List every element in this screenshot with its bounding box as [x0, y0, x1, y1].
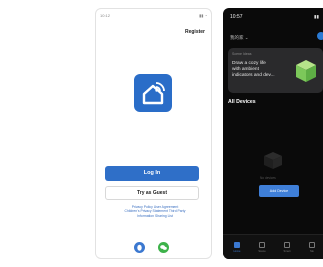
nav-label: Home	[233, 250, 241, 253]
cube-icon	[296, 60, 316, 82]
nav-label: Me	[310, 250, 314, 253]
no-devices-text: No devices	[260, 176, 276, 180]
nav-item-me[interactable]: Me	[306, 242, 318, 253]
smart-icon	[284, 242, 290, 248]
status-icons: ▮▮ ◔	[199, 13, 207, 18]
nav-item-home[interactable]: Home	[231, 242, 243, 253]
home-wifi-icon	[142, 82, 165, 105]
status-time: 10:12	[100, 13, 111, 18]
wechat-icon	[160, 245, 167, 250]
home-screen: 10:57 ▮▮ 我的家 ⌄ Scene Ideas Draw a cozy l…	[223, 8, 323, 259]
screenshot-stage: 10:12 ▮▮ ◔ Register Log In Try as Guest …	[0, 0, 323, 267]
bottom-nav: Home Scene Smart Me	[223, 234, 323, 259]
penguin-icon	[137, 244, 142, 251]
login-button[interactable]: Log In	[105, 166, 199, 181]
nav-item-smart[interactable]: Smart	[281, 242, 293, 253]
all-devices-heading: All Devices	[228, 99, 256, 105]
banner-line: indicators and dev...	[232, 73, 275, 78]
home-selector[interactable]: 我的家 ⌄	[230, 35, 249, 41]
register-link[interactable]: Register	[185, 29, 205, 35]
nav-item-scene[interactable]: Scene	[256, 242, 268, 253]
wechat-login-button[interactable]	[158, 242, 169, 253]
app-logo	[134, 74, 172, 112]
empty-state-illustration	[261, 148, 285, 172]
policy-links: Privacy Policy User Agreement Children's…	[110, 205, 200, 218]
add-device-button[interactable]: Add Device	[259, 185, 299, 197]
profile-icon	[309, 242, 315, 248]
empty-box-icon	[264, 152, 282, 169]
nav-label: Smart	[283, 250, 291, 253]
login-screen: 10:12 ▮▮ ◔ Register Log In Try as Guest …	[95, 8, 212, 259]
try-as-guest-button[interactable]: Try as Guest	[105, 186, 199, 200]
scene-banner[interactable]: Scene Ideas Draw a cozy life with ambien…	[228, 48, 323, 93]
qq-login-button[interactable]	[134, 242, 145, 253]
cube-illustration	[294, 58, 318, 84]
banner-text: Draw a cozy life with ambient indicators…	[232, 61, 292, 79]
status-icons: ▮▮	[314, 14, 319, 19]
nav-label: Scene	[258, 250, 266, 253]
banner-kicker: Scene Ideas	[232, 52, 252, 56]
scene-icon	[259, 242, 265, 248]
home-icon	[234, 242, 240, 248]
status-time: 10:57	[230, 14, 243, 20]
add-icon[interactable]	[317, 32, 323, 40]
policy-link-line[interactable]: Information Sharing List	[110, 214, 200, 218]
status-bar: 10:12 ▮▮ ◔	[100, 13, 207, 21]
